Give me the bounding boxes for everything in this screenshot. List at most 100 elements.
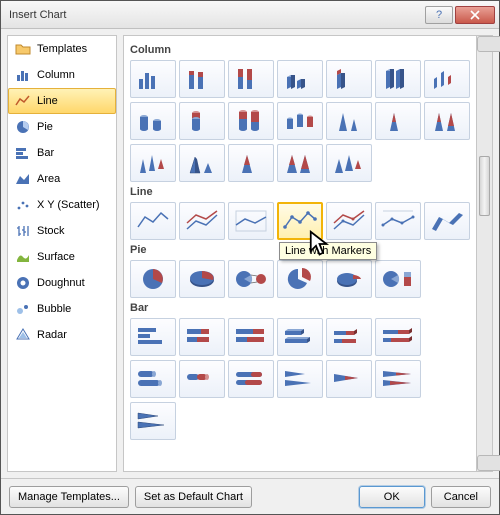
- area-chart-icon: [15, 171, 31, 187]
- column-chart-icon: [15, 67, 31, 83]
- sidebar-item-pie[interactable]: Pie: [8, 114, 116, 140]
- chart-thumb-clustered-column[interactable]: [130, 60, 176, 98]
- chart-thumb-line-with-markers[interactable]: Line with Markers: [277, 202, 323, 240]
- chart-thumb-3d-pie[interactable]: [179, 260, 225, 298]
- chart-thumb-stacked-hcone[interactable]: [326, 360, 372, 398]
- scatter-chart-icon: [15, 197, 31, 213]
- sidebar-item-label: Bubble: [37, 303, 71, 315]
- chart-thumb-line[interactable]: [130, 202, 176, 240]
- scroll-thumb[interactable]: [479, 156, 490, 216]
- pie-row: [130, 260, 470, 298]
- chart-thumb-stacked-pyramid[interactable]: [228, 144, 274, 182]
- titlebar[interactable]: Insert Chart ?: [1, 1, 499, 29]
- sidebar-item-area[interactable]: Area: [8, 166, 116, 192]
- sidebar-item-label: Templates: [37, 43, 87, 55]
- chart-thumb-stacked-line[interactable]: [179, 202, 225, 240]
- help-button[interactable]: ?: [425, 6, 453, 24]
- sidebar-item-bar[interactable]: Bar: [8, 140, 116, 166]
- chart-thumb-100-stacked-column[interactable]: [228, 60, 274, 98]
- chart-thumb-3d-cylinder[interactable]: [277, 102, 323, 140]
- chart-thumb-clustered-pyramid[interactable]: [179, 144, 225, 182]
- chart-thumb-clustered-cylinder[interactable]: [130, 102, 176, 140]
- surface-chart-icon: [15, 249, 31, 265]
- set-as-default-button[interactable]: Set as Default Chart: [135, 486, 252, 508]
- sidebar-item-surface[interactable]: Surface: [8, 244, 116, 270]
- chart-thumb-3d-cone[interactable]: [130, 144, 176, 182]
- insert-chart-dialog: Insert Chart ? Templates Column Line: [0, 0, 500, 515]
- folder-icon: [15, 41, 31, 57]
- help-icon: ?: [434, 10, 444, 20]
- chart-thumb-100-stacked-pyramid[interactable]: [277, 144, 323, 182]
- chart-gallery[interactable]: Column: [123, 35, 477, 472]
- chart-thumb-3d-clustered-bar[interactable]: [277, 318, 323, 356]
- chart-thumb-bar-of-pie[interactable]: [375, 260, 421, 298]
- chart-thumb-clustered-cone[interactable]: [326, 102, 372, 140]
- dialog-title: Insert Chart: [9, 9, 423, 21]
- chart-thumb-100-stacked-hcylinder[interactable]: [228, 360, 274, 398]
- sidebar-item-stock[interactable]: Stock: [8, 218, 116, 244]
- chart-thumb-stacked-cone[interactable]: [375, 102, 421, 140]
- chart-thumb-clustered-hpyramid[interactable]: [130, 402, 176, 440]
- line-row: Line with Markers: [130, 202, 470, 240]
- chart-thumb-3d-line[interactable]: [424, 202, 470, 240]
- sidebar-item-label: Area: [37, 173, 60, 185]
- chart-thumb-stacked-cylinder[interactable]: [179, 102, 225, 140]
- chart-thumb-exploded-3d-pie[interactable]: [326, 260, 372, 298]
- sidebar-item-scatter[interactable]: X Y (Scatter): [8, 192, 116, 218]
- scroll-down-button[interactable]: [477, 455, 500, 471]
- manage-templates-button[interactable]: Manage Templates...: [9, 486, 129, 508]
- section-header-column: Column: [130, 44, 470, 56]
- chart-thumb-100-stacked-bar[interactable]: [228, 318, 274, 356]
- chart-thumb-3d-pyramid[interactable]: [326, 144, 372, 182]
- chart-thumb-100-stacked-line-markers[interactable]: [375, 202, 421, 240]
- chart-thumb-3d-100-stacked-column[interactable]: [375, 60, 421, 98]
- sidebar-item-bubble[interactable]: Bubble: [8, 296, 116, 322]
- dialog-body: Templates Column Line Pie Bar Area: [1, 29, 499, 478]
- gallery-scrollbar[interactable]: [477, 35, 493, 472]
- section-header-bar: Bar: [130, 302, 470, 314]
- bar-chart-icon: [15, 145, 31, 161]
- bar-row-1: [130, 318, 470, 356]
- chart-thumb-pie-of-pie[interactable]: [228, 260, 274, 298]
- category-sidebar[interactable]: Templates Column Line Pie Bar Area: [7, 35, 117, 472]
- chart-thumb-exploded-pie[interactable]: [277, 260, 323, 298]
- column-row-1: [130, 60, 470, 98]
- sidebar-item-column[interactable]: Column: [8, 62, 116, 88]
- chart-thumb-100-stacked-cone[interactable]: [424, 102, 470, 140]
- gallery-wrap: Column: [123, 35, 493, 472]
- chart-thumb-3d-column[interactable]: [424, 60, 470, 98]
- doughnut-chart-icon: [15, 275, 31, 291]
- sidebar-item-radar[interactable]: Radar: [8, 322, 116, 348]
- chart-thumb-100-stacked-cylinder[interactable]: [228, 102, 274, 140]
- chart-thumb-3d-clustered-column[interactable]: [277, 60, 323, 98]
- sidebar-item-label: Stock: [37, 225, 65, 237]
- pie-chart-icon: [15, 119, 31, 135]
- chart-thumb-stacked-column[interactable]: [179, 60, 225, 98]
- chart-thumb-stacked-hcylinder[interactable]: [179, 360, 225, 398]
- dialog-footer: Manage Templates... Set as Default Chart…: [1, 478, 499, 514]
- chart-thumb-clustered-hcone[interactable]: [277, 360, 323, 398]
- sidebar-item-templates[interactable]: Templates: [8, 36, 116, 62]
- sidebar-item-label: Doughnut: [37, 277, 85, 289]
- sidebar-item-line[interactable]: Line: [8, 88, 116, 114]
- chart-thumb-3d-stacked-column[interactable]: [326, 60, 372, 98]
- scroll-up-button[interactable]: [477, 36, 500, 52]
- chart-thumb-100-stacked-hcone[interactable]: [375, 360, 421, 398]
- sidebar-item-doughnut[interactable]: Doughnut: [8, 270, 116, 296]
- svg-text:?: ?: [436, 10, 442, 20]
- chart-thumb-100-stacked-line[interactable]: [228, 202, 274, 240]
- chart-thumb-3d-100-stacked-bar[interactable]: [375, 318, 421, 356]
- chart-thumb-stacked-bar[interactable]: [179, 318, 225, 356]
- cancel-button[interactable]: Cancel: [431, 486, 491, 508]
- bubble-chart-icon: [15, 301, 31, 317]
- stock-chart-icon: [15, 223, 31, 239]
- chart-thumb-3d-stacked-bar[interactable]: [326, 318, 372, 356]
- chart-thumb-pie[interactable]: [130, 260, 176, 298]
- close-button[interactable]: [455, 6, 495, 24]
- sidebar-item-label: Surface: [37, 251, 75, 263]
- chart-thumb-clustered-hcylinder[interactable]: [130, 360, 176, 398]
- cursor-icon: [305, 230, 341, 258]
- chart-thumb-clustered-bar[interactable]: [130, 318, 176, 356]
- ok-button[interactable]: OK: [359, 486, 425, 508]
- bar-row-3: [130, 402, 470, 440]
